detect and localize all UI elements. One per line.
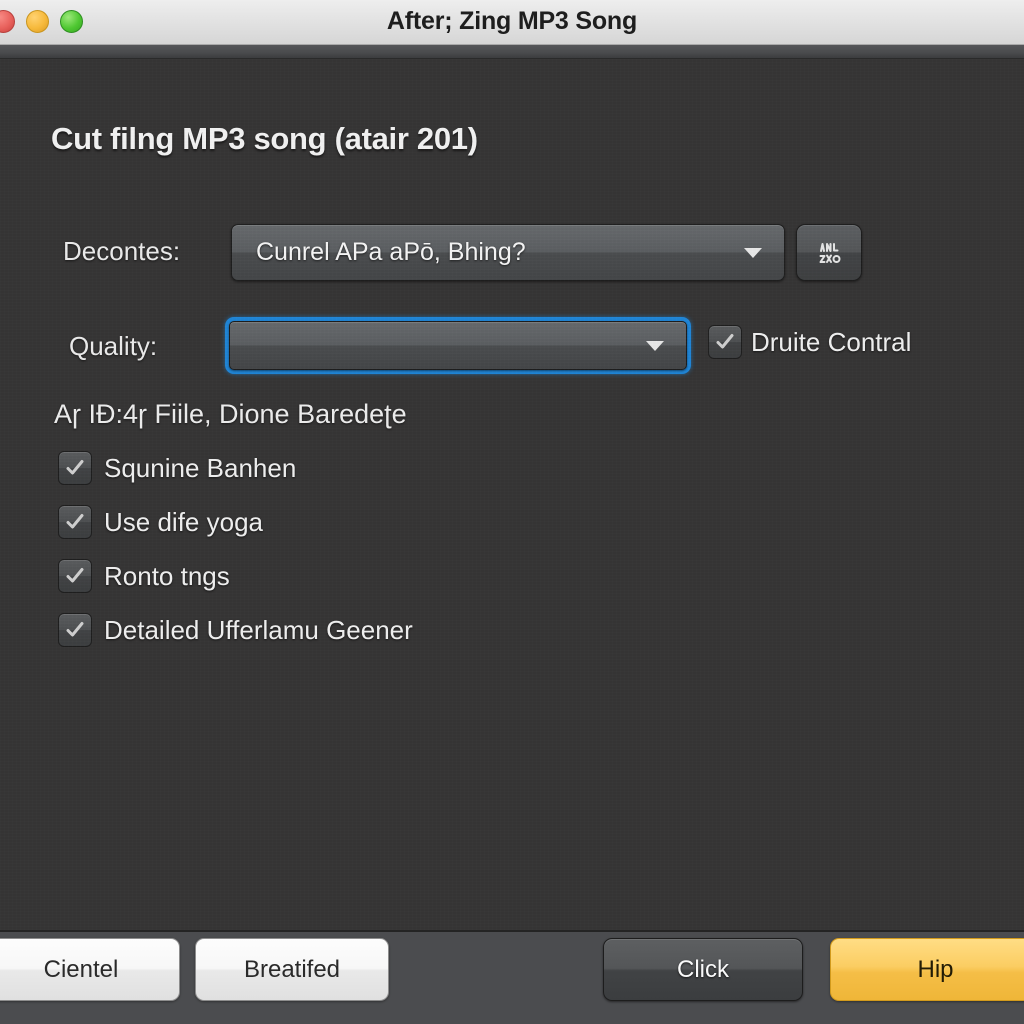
edit-tags-icon [814, 238, 844, 268]
quality-dropdown-focus-ring [225, 317, 691, 374]
checkbox-label: Ronto tngs [104, 560, 230, 591]
checkbox-row-use-dife-yoga[interactable]: Use dife yoga [58, 505, 413, 539]
window-title: After; Zing MP3 Song [386, 7, 638, 35]
checkbox-label: Squnine Banhen [104, 452, 297, 483]
quality-label: Quality: [69, 331, 158, 361]
druite-contral-label: Druite Contral [751, 326, 912, 357]
cancel-button[interactable]: Cientel [0, 938, 180, 1001]
decontes-dropdown[interactable]: Cunrel APa aPō, Bhing? [231, 224, 785, 281]
quality-row: Quality: Druite Contral [0, 317, 1024, 379]
checkbox-row-squnine-banhen[interactable]: Squnine Banhen [58, 451, 413, 485]
decontes-label: Decontes: [63, 236, 181, 266]
edit-tags-button[interactable] [796, 224, 862, 281]
checkbox-ronto-tngs[interactable] [58, 559, 92, 593]
druite-contral-checkbox-row[interactable]: Druite Contral [708, 325, 911, 359]
checkbox-label: Detailed Ufferlamu Geener [104, 614, 413, 645]
click-button[interactable]: Click [603, 938, 803, 1001]
section-header: Aɼ IÐ:4ɼ Fiile, Dione Baredeʈe [54, 399, 407, 429]
checkbox-row-detailed-ufferlamu-geener[interactable]: Detailed Ufferlamu Geener [58, 613, 413, 647]
quality-dropdown[interactable] [229, 321, 687, 370]
decontes-selected-value: Cunrel APa aPō, Bhing? [256, 238, 526, 266]
chevron-down-icon [646, 340, 664, 351]
page-title: Cut filng MP3 song (atair 201) [51, 121, 478, 156]
secondary-button[interactable]: Breatifed [195, 938, 389, 1001]
window-titlebar: After; Zing MP3 Song [0, 0, 1024, 45]
checkbox-use-dife-yoga[interactable] [58, 505, 92, 539]
dialog-body: Cut filng MP3 song (atair 201) Decontes:… [0, 59, 1024, 930]
checkbox-row-ronto-tngs[interactable]: Ronto tngs [58, 559, 413, 593]
dialog-footer: Cientel Breatifed Click Hip [0, 932, 1024, 1024]
checkbox-detailed-ufferlamu-geener[interactable] [58, 613, 92, 647]
checkbox-squnine-banhen[interactable] [58, 451, 92, 485]
checkbox-label: Use dife yoga [104, 506, 263, 537]
options-checkbox-list: Squnine Banhen Use dife yoga Ronto tngs … [58, 451, 413, 647]
toolbar-strip [0, 45, 1024, 59]
decontes-row: Decontes: Cunrel APa aPō, Bhing? [0, 224, 1024, 284]
primary-button[interactable]: Hip [830, 938, 1024, 1001]
chevron-down-icon [744, 247, 762, 258]
application-window: After; Zing MP3 Song Cut filng MP3 song … [0, 0, 1024, 1024]
druite-contral-checkbox[interactable] [708, 325, 742, 359]
